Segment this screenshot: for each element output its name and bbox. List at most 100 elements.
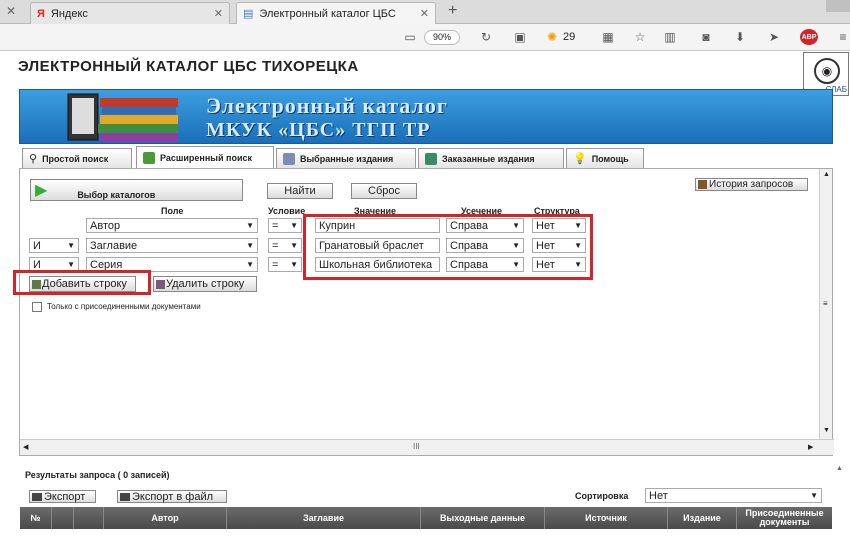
list-icon (283, 152, 295, 165)
chevron-down-icon: ▼ (67, 260, 75, 269)
page-icon: ▤ (243, 8, 254, 20)
window-minimize-icon[interactable] (826, 0, 850, 12)
menu-icon[interactable]: ≡ (835, 29, 850, 45)
tab-catalog[interactable]: ▤ Электронный каталог ЦБС ✕ (236, 2, 436, 24)
col-edition[interactable]: Издание (668, 507, 737, 529)
tab-title: Яндекс (50, 7, 88, 20)
button-label: Экспорт (44, 490, 86, 503)
yandex-icon: Я (37, 7, 45, 20)
advanced-search-panel: ▲ ≡ ▼ ◀ III ▶ (19, 168, 834, 456)
zoom-level[interactable]: 90% (424, 30, 461, 45)
tab-ordered-items[interactable]: Заказанные издания (418, 148, 564, 168)
page-title: ЭЛЕКТРОННЫЙ КАТАЛОГ ЦБС ТИХОРЕЦКА (18, 58, 359, 75)
add-row-button[interactable]: Добавить строку (29, 276, 136, 292)
button-label: Добавить строку (42, 278, 127, 290)
col-title[interactable]: Заглавие (227, 507, 421, 529)
chevron-down-icon: ▼ (246, 221, 254, 230)
sort-select[interactable]: Нет ▼ (645, 488, 822, 503)
tab-label: Выбранные издания (300, 153, 394, 164)
advanced-search-icon (143, 151, 155, 164)
delete-icon (156, 279, 165, 289)
logic-select[interactable]: И ▼ (29, 238, 79, 253)
condition-select[interactable]: = ▼ (268, 218, 302, 233)
tab-selected-items[interactable]: Выбранные издания (276, 148, 416, 168)
field-select[interactable]: Заглавие ▼ (86, 238, 258, 253)
chevron-down-icon: ▼ (810, 491, 818, 500)
condition-select[interactable]: = ▼ (268, 238, 302, 253)
export-icon (32, 492, 42, 501)
adblock-icon[interactable]: ABP (800, 29, 818, 45)
close-tab-icon[interactable]: ✕ (214, 7, 223, 20)
col-attached[interactable]: Присоединенные документы (737, 507, 832, 529)
books-illustration-icon (67, 93, 178, 142)
weather-icon[interactable]: ✺ (544, 29, 560, 45)
vertical-scrollbar[interactable]: ▲ ≡ ▼ (819, 169, 832, 441)
delete-row-button[interactable]: Удалить строку (153, 276, 257, 292)
download-icon[interactable]: ⬇ (732, 29, 748, 45)
bookmark-star-icon[interactable]: ☆ (632, 29, 648, 45)
reset-button[interactable]: Сброс (351, 183, 417, 199)
tab-yandex[interactable]: Я Яндекс ✕ (30, 2, 230, 24)
results-title: Результаты запроса ( 0 записей) (25, 470, 170, 480)
ordered-icon (425, 152, 437, 165)
field-select[interactable]: Автор ▼ (86, 218, 258, 233)
screenshot-icon[interactable]: ▣ (512, 29, 528, 45)
results-grid-header: № Автор Заглавие Выходные данные Источни… (20, 507, 832, 529)
col-info[interactable] (74, 507, 104, 529)
col-field: Поле (161, 206, 184, 216)
chevron-down-icon: ▼ (67, 241, 75, 250)
condition-select[interactable]: = ▼ (268, 257, 302, 272)
query-history-button[interactable]: История запросов (695, 178, 808, 191)
col-source[interactable]: Источник (545, 507, 668, 529)
col-imprint[interactable]: Выходные данные (421, 507, 545, 529)
select-catalogs-button[interactable]: ▶ Выбор каталогов (30, 179, 243, 201)
reader-mode-icon[interactable]: ▭ (402, 29, 418, 45)
scroll-grip-icon[interactable]: ≡ (823, 299, 828, 308)
magnifier-icon: ⚲ (29, 153, 38, 165)
chevron-down-icon: ▼ (290, 221, 298, 230)
scroll-left-icon[interactable]: ◀ (23, 443, 28, 451)
scroll-down-icon[interactable]: ▼ (823, 427, 830, 434)
play-icon: ▶ (35, 182, 48, 199)
col-condition: Условие (268, 206, 306, 216)
sort-label: Сортировка (575, 491, 629, 501)
library-icon[interactable]: ▥ (662, 29, 678, 45)
attached-only-checkbox[interactable] (32, 302, 42, 312)
export-button[interactable]: Экспорт (29, 490, 96, 503)
extension-icon[interactable]: ▦ (600, 29, 616, 45)
tab-label: Расширенный поиск (160, 152, 252, 163)
send-icon[interactable]: ➤ (766, 29, 782, 45)
chevron-down-icon: ▼ (246, 260, 254, 269)
close-tab-icon[interactable]: ✕ (420, 7, 429, 20)
col-number[interactable]: № (20, 507, 52, 529)
horizontal-scrollbar[interactable]: ◀ III ▶ (20, 439, 834, 455)
browser-tab-bar: ✕ Я Яндекс ✕ ▤ Электронный каталог ЦБС ✕… (0, 0, 850, 24)
scroll-up-icon[interactable]: ▲ (836, 465, 843, 472)
tab-simple-search[interactable]: ⚲ Простой поиск (22, 148, 132, 168)
export-file-button[interactable]: Экспорт в файл (117, 490, 227, 503)
scroll-right-icon[interactable]: ▶ (808, 443, 813, 451)
reload-icon[interactable]: ↻ (478, 29, 494, 45)
tab-advanced-search[interactable]: Расширенный поиск (136, 146, 274, 168)
close-window-icon[interactable]: ✕ (6, 4, 16, 18)
scroll-grip[interactable]: III (413, 442, 420, 451)
button-label: Удалить строку (166, 278, 245, 290)
scroll-up-icon[interactable]: ▲ (823, 171, 830, 178)
button-label: История запросов (709, 179, 794, 190)
new-tab-icon[interactable]: + (448, 2, 457, 20)
add-icon (32, 279, 41, 289)
pocket-icon[interactable]: ◙ (698, 29, 714, 45)
export-icon (120, 492, 130, 501)
banner-title: Электронный каталог (206, 93, 448, 118)
weather-temp: 29 (563, 31, 576, 43)
find-button[interactable]: Найти (267, 183, 333, 199)
catalog-banner: Электронный каталог МКУК «ЦБС» ТГП ТР (19, 89, 833, 144)
col-select[interactable] (52, 507, 74, 529)
button-label: Экспорт в файл (132, 490, 214, 503)
col-author[interactable]: Автор (104, 507, 227, 529)
attached-only-label: Только с присоединенными документами (47, 302, 201, 311)
chevron-down-icon: ▼ (246, 241, 254, 250)
banner-subtitle: МКУК «ЦБС» ТГП ТР (206, 119, 431, 141)
tab-help[interactable]: 💡 Помощь (566, 148, 644, 168)
tab-label: Простой поиск (42, 153, 109, 164)
